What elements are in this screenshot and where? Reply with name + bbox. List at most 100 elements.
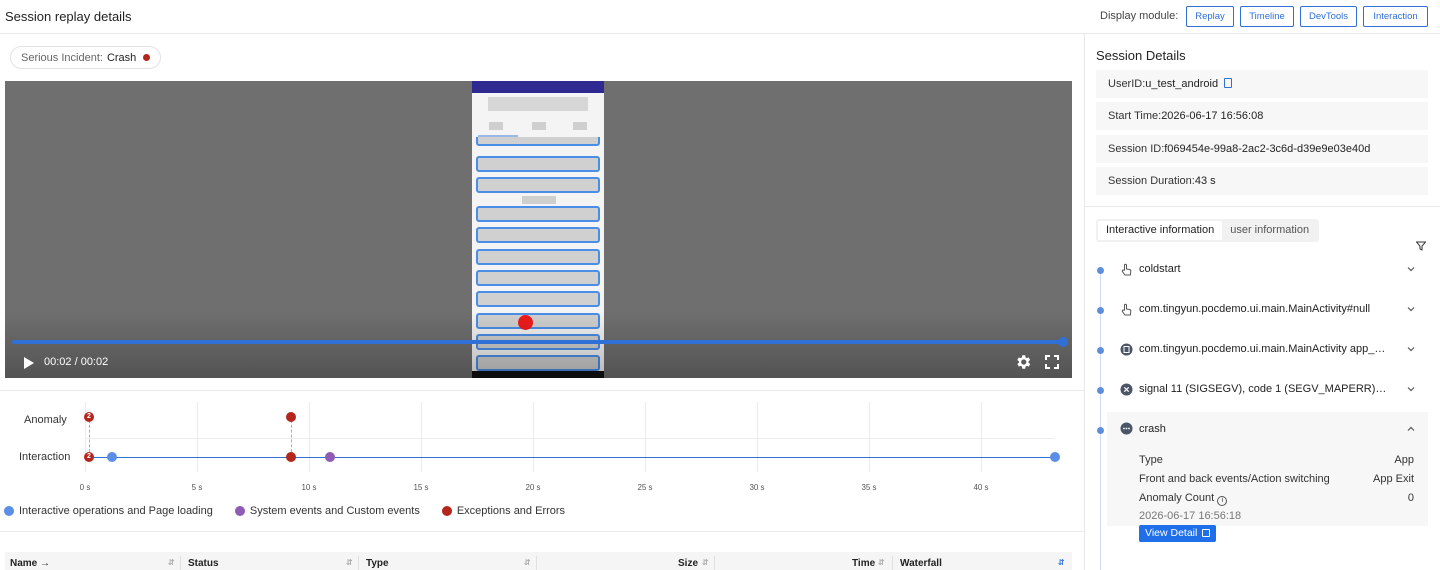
interaction-marker[interactable] — [1050, 452, 1060, 462]
axis-tick: 20 s — [525, 483, 541, 492]
column-divider — [536, 556, 537, 570]
devtools-button[interactable]: DevTools — [1300, 6, 1357, 27]
video-progress-bar[interactable] — [12, 340, 1065, 344]
timeline-legend: Interactive operations and Page loading … — [4, 505, 587, 517]
fullscreen-icon[interactable] — [1045, 355, 1059, 369]
settings-gear-icon[interactable] — [1014, 353, 1032, 371]
interaction-cluster-marker[interactable]: 2 — [84, 452, 94, 462]
tab-interactive-information[interactable]: Interactive information — [1098, 221, 1223, 240]
type-value: App — [1394, 454, 1414, 466]
axis-tick: 25 s — [637, 483, 653, 492]
chevron-down-icon[interactable] — [1406, 384, 1416, 394]
user-id-row: UserID:u_test_android — [1096, 70, 1428, 98]
legend-dot-icon — [234, 506, 245, 516]
legend-label: Exceptions and Errors — [456, 505, 566, 517]
event-label: crash — [1139, 423, 1166, 435]
legend-item[interactable]: Exceptions and Errors — [441, 505, 566, 517]
progress-handle[interactable] — [1058, 337, 1068, 347]
event-label: signal 11 (SIGSEGV), code 1 (SEGV_MAPERR… — [1139, 383, 1389, 395]
exception-marker[interactable] — [286, 452, 296, 462]
legend-label: Interactive operations and Page loading — [19, 505, 213, 517]
grid-line — [309, 402, 310, 472]
event-label: com.tingyun.pocdemo.ui.main.MainActivity… — [1139, 303, 1371, 315]
chevron-down-icon[interactable] — [1406, 344, 1416, 354]
sort-icon[interactable]: ⇵ — [702, 558, 709, 567]
switch-value: App Exit — [1373, 473, 1414, 485]
event-bullet — [1097, 307, 1104, 314]
filter-icon[interactable] — [1416, 241, 1426, 251]
grid-line — [981, 402, 982, 472]
timeline-button[interactable]: Timeline — [1240, 6, 1294, 27]
legend-item[interactable]: System events and Custom events — [234, 505, 420, 517]
switch-label: Front and back events/Action switching — [1139, 473, 1330, 485]
incident-label: Serious Incident: — [21, 51, 103, 64]
display-module-label: Display module: — [1100, 10, 1179, 22]
more-circle-icon — [1120, 422, 1133, 435]
interaction-marker[interactable] — [107, 452, 117, 462]
interaction-track — [89, 457, 1055, 458]
phone-list-row — [476, 177, 600, 193]
info-icon[interactable]: i — [1217, 496, 1228, 506]
column-divider — [714, 556, 715, 570]
column-header-time[interactable]: Time — [852, 558, 875, 569]
phone-list-row — [476, 249, 600, 265]
grid-line — [421, 402, 422, 472]
external-link-icon — [1202, 529, 1211, 537]
phone-list-row — [476, 206, 600, 222]
column-header-status[interactable]: Status — [188, 558, 219, 569]
session-details-panel: Session Details UserID:u_test_android St… — [1085, 34, 1440, 570]
video-player[interactable]: 00:02 / 00:02 — [5, 81, 1072, 378]
sort-icon[interactable]: ⇵ — [1058, 558, 1065, 567]
row-divider — [85, 438, 1055, 439]
session-id-row: Session ID:f069454e-99a8-2ac2-3c6d-d39e9… — [1096, 135, 1428, 163]
chevron-down-icon[interactable] — [1406, 264, 1416, 274]
system-event-marker[interactable] — [325, 452, 335, 462]
axis-tick: 5 s — [191, 483, 203, 492]
event-bullet — [1097, 427, 1104, 434]
chevron-up-icon[interactable] — [1406, 424, 1416, 434]
session-details-title: Session Details — [1096, 48, 1186, 63]
grid-line — [645, 402, 646, 472]
view-detail-button[interactable]: View Detail — [1139, 525, 1217, 542]
column-divider — [892, 556, 893, 570]
column-header-size[interactable]: Size — [678, 558, 698, 569]
grid-line — [757, 402, 758, 472]
event-bullet — [1097, 267, 1104, 274]
divider — [0, 531, 1084, 532]
sort-icon[interactable]: ⇵ — [168, 558, 175, 567]
interaction-button[interactable]: Interaction — [1363, 6, 1428, 27]
event-bullet — [1097, 387, 1104, 394]
replay-button[interactable]: Replay — [1186, 6, 1234, 27]
phone-divider-label — [522, 196, 556, 204]
column-header-type[interactable]: Type — [366, 558, 389, 569]
sort-icon[interactable]: ⇵ — [878, 558, 885, 567]
controls-gradient — [5, 311, 1072, 378]
start-time-row: Start Time:2026-06-17 16:56:08 — [1096, 102, 1428, 130]
event-bullet — [1097, 347, 1104, 354]
phone-list-row — [476, 156, 600, 172]
close-circle-icon — [1120, 383, 1133, 396]
column-header-name[interactable]: Name → — [10, 558, 50, 569]
chevron-down-icon[interactable] — [1406, 304, 1416, 314]
anomaly-marker[interactable]: 2 — [84, 412, 94, 422]
sort-icon[interactable]: ⇵ — [346, 558, 353, 567]
incident-value: Crash — [106, 51, 137, 64]
axis-tick: 30 s — [749, 483, 765, 492]
sort-icon[interactable]: ⇵ — [524, 558, 531, 567]
copy-icon[interactable] — [1224, 78, 1233, 88]
column-divider — [180, 556, 181, 570]
legend-item[interactable]: Interactive operations and Page loading — [4, 505, 213, 517]
play-icon[interactable] — [23, 356, 35, 370]
column-header-waterfall[interactable]: Waterfall — [900, 558, 942, 569]
type-label: Type — [1139, 454, 1163, 466]
phone-tab — [573, 122, 587, 130]
info-tabs: Interactive information user information — [1096, 219, 1320, 242]
anomaly-marker[interactable] — [286, 412, 296, 422]
phone-tab — [532, 122, 546, 130]
incident-dot-icon — [143, 54, 151, 61]
time-readout: 00:02 / 00:02 — [44, 356, 109, 368]
event-label: coldstart — [1139, 263, 1181, 275]
session-duration-row: Session Duration:43 s — [1096, 167, 1428, 195]
tab-user-information[interactable]: user information — [1222, 221, 1317, 240]
legend-dot-icon — [441, 506, 452, 516]
